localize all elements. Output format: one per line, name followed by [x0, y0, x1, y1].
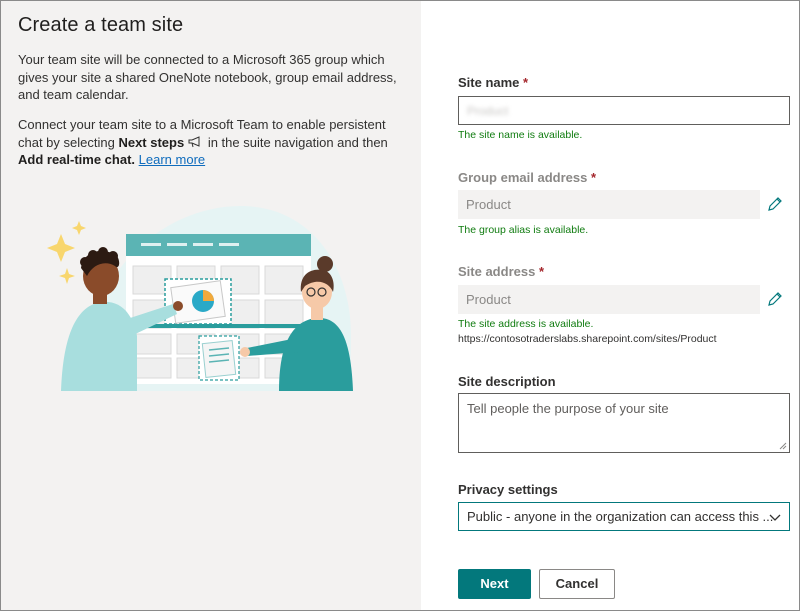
site-description-label: Site description: [458, 374, 556, 389]
site-description-textarea[interactable]: Tell people the purpose of your site: [458, 393, 790, 453]
chevron-down-icon: [769, 514, 781, 521]
site-name-label: Site name *: [458, 75, 529, 90]
site-address-status: The site address is available.: [458, 318, 594, 330]
group-description: Your team site will be connected to a Mi…: [18, 52, 397, 102]
resize-grip-icon[interactable]: [777, 440, 787, 450]
pencil-icon[interactable]: [767, 291, 783, 307]
privacy-settings-label: Privacy settings: [458, 482, 558, 497]
group-email-status: The group alias is available.: [458, 224, 589, 236]
team-collaboration-illustration: [47, 206, 353, 391]
teams-description: Connect your team site to a Microsoft Te…: [18, 117, 388, 167]
group-email-label: Group email address *: [458, 170, 597, 185]
site-address-input[interactable]: Product: [458, 285, 760, 314]
site-name-status: The site name is available.: [458, 129, 583, 141]
learn-more-link[interactable]: Learn more: [139, 152, 205, 167]
page-title: Create a team site: [18, 14, 184, 36]
create-team-site-dialog: Create a team site Your team site will b…: [0, 0, 800, 611]
group-email-input[interactable]: Product: [458, 190, 760, 219]
site-description-placeholder: Tell people the purpose of your site: [467, 401, 669, 416]
pencil-icon[interactable]: [767, 196, 783, 212]
privacy-settings-dropdown[interactable]: Public - anyone in the organization can …: [458, 502, 790, 531]
cancel-button[interactable]: Cancel: [539, 569, 615, 599]
megaphone-icon: [188, 135, 200, 147]
next-button[interactable]: Next: [458, 569, 531, 599]
site-name-input[interactable]: Product: [458, 96, 790, 125]
site-address-label: Site address *: [458, 264, 545, 279]
site-url: https://contosotraderslabs.sharepoint.co…: [458, 333, 717, 345]
info-panel: Create a team site Your team site will b…: [1, 1, 421, 610]
